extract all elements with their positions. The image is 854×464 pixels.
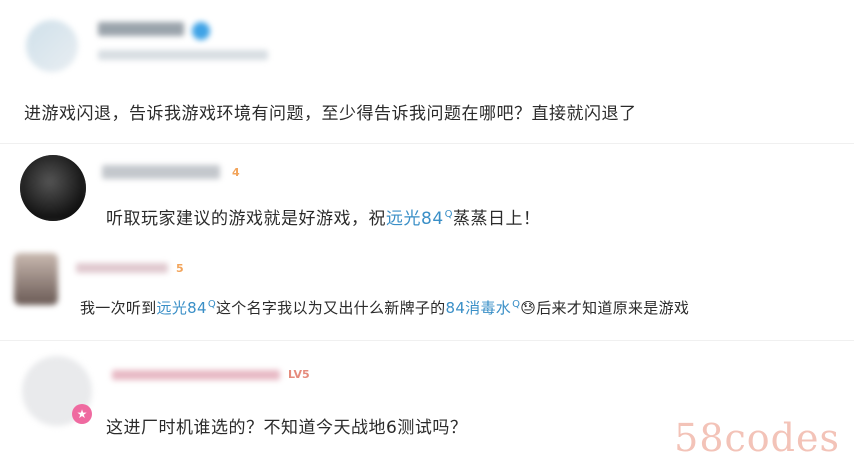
divider [0, 143, 854, 144]
username-redacted[interactable] [102, 165, 220, 179]
divider [0, 340, 854, 341]
level-badge: 4 [232, 166, 240, 179]
user-meta-redacted [98, 50, 268, 60]
topic-link[interactable]: 远光84 [386, 209, 444, 229]
vip-badge-icon: ★ [72, 404, 92, 424]
emoji: 😓 [520, 299, 537, 317]
level-badge: 5 [176, 262, 184, 275]
topic-link[interactable]: 远光84 [157, 299, 207, 317]
avatar[interactable] [14, 253, 58, 305]
text-part-2: 这个名字我以为又出什么新牌子的 [215, 299, 446, 317]
verified-badge-icon [192, 22, 210, 40]
comment-text: 进游戏闪退，告诉我游戏环境有问题，至少得告诉我问题在哪吧？直接就闪退了 [24, 104, 637, 124]
comment-text: 听取玩家建议的游戏就是好游戏，祝远光84Q蒸蒸日上！ [106, 204, 541, 229]
level-badge: LV5 [288, 368, 310, 381]
topic-link-2[interactable]: 84消毒水 [446, 299, 512, 317]
username-redacted[interactable] [98, 22, 184, 36]
avatar[interactable] [20, 155, 86, 221]
comment-text: 我一次听到远光84Q这个名字我以为又出什么新牌子的84消毒水Q😓后来才知道原来是… [80, 297, 689, 318]
comment-text: 这进厂时机谁选的？不知道今天战地6测试吗？ [106, 418, 468, 438]
avatar[interactable] [26, 20, 78, 72]
text-before: 听取玩家建议的游戏就是好游戏，祝 [106, 209, 386, 229]
watermark: 58codes [674, 416, 840, 460]
username-redacted[interactable] [76, 263, 168, 273]
search-icon[interactable]: Q [208, 299, 216, 310]
username-redacted[interactable] [112, 370, 280, 380]
text-part-1: 我一次听到 [80, 299, 157, 317]
search-icon[interactable]: Q [445, 209, 453, 220]
text-after: 蒸蒸日上！ [453, 209, 541, 229]
text-part-3: 后来才知道原来是游戏 [536, 299, 690, 317]
